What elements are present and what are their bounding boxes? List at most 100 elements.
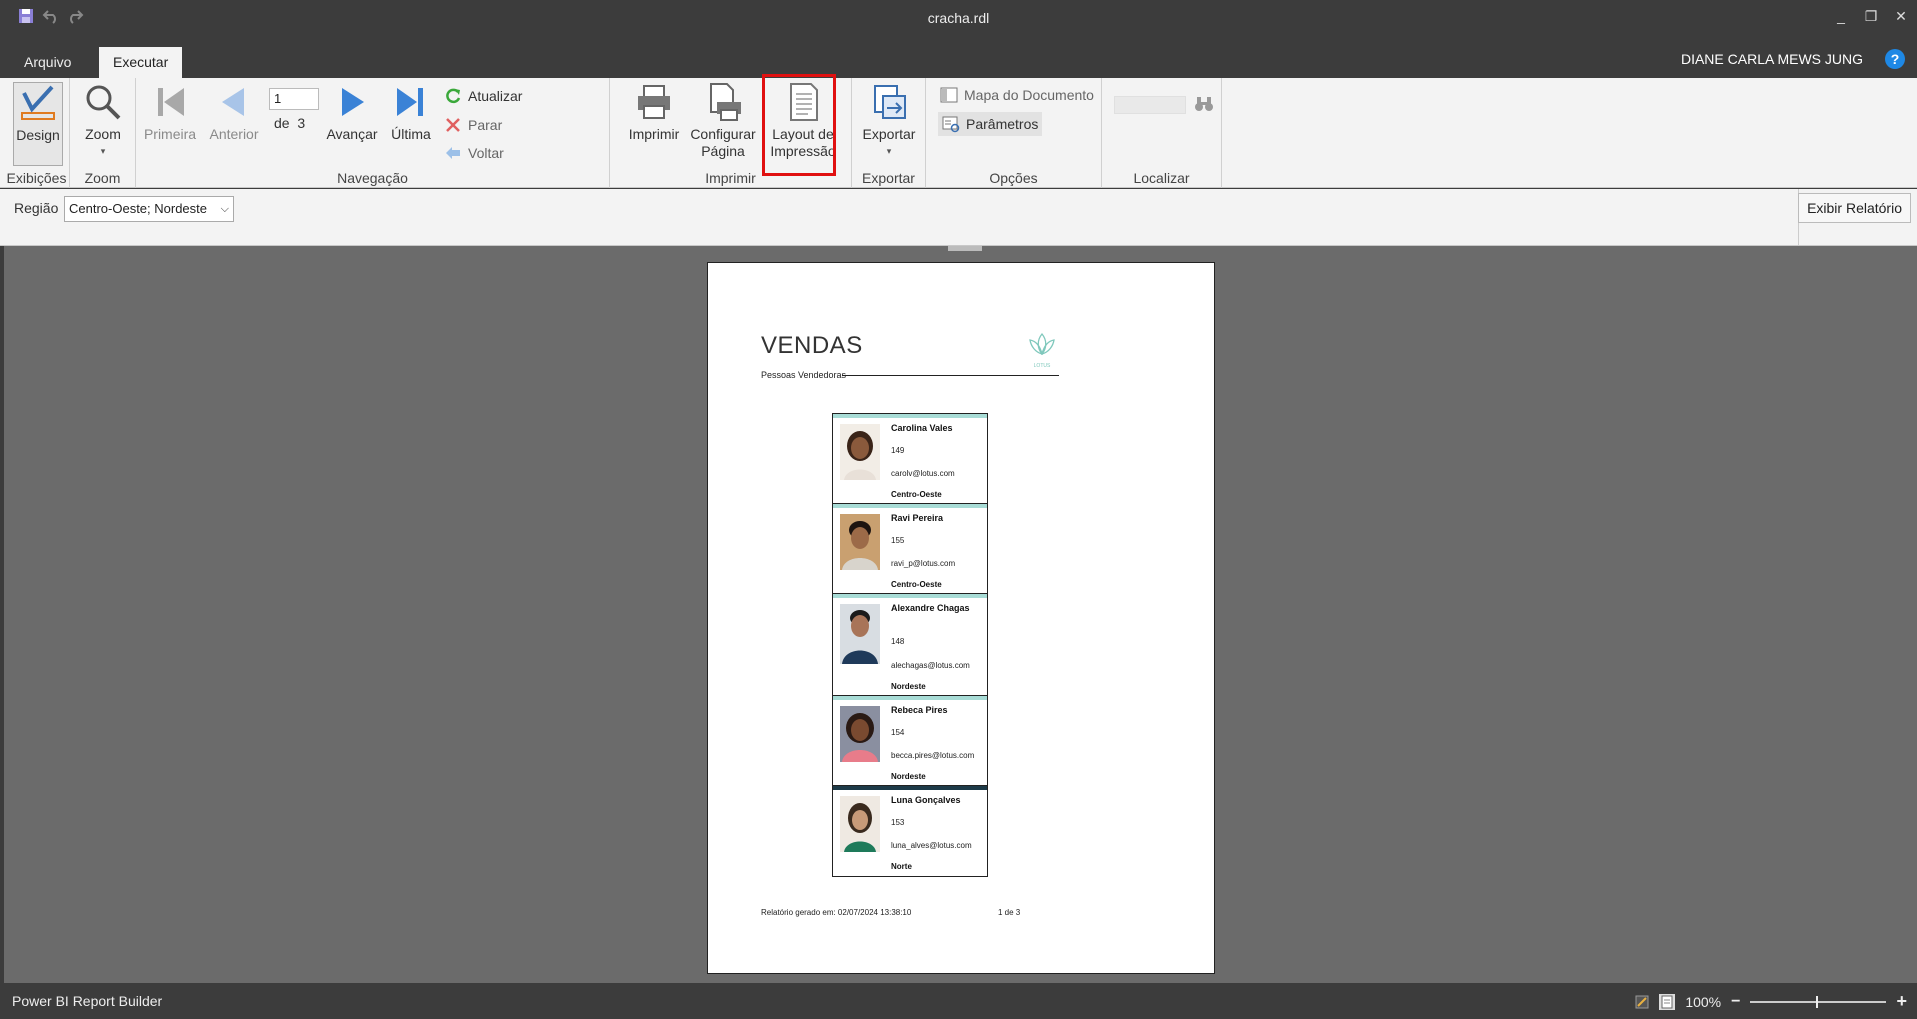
- last-page-button[interactable]: Última: [386, 82, 436, 143]
- group-imprimir: Imprimir Configurar Página Layout de Imp…: [610, 74, 852, 188]
- badge-list: Carolina Vales 149 carolv@lotus.com Cent…: [832, 413, 988, 877]
- badge-item: Rebeca Pires 154 becca.pires@lotus.com N…: [833, 696, 987, 786]
- zoom-slider-thumb[interactable]: [1816, 995, 1819, 1008]
- first-page-button[interactable]: Primeira: [142, 82, 198, 143]
- person-photo: [840, 604, 880, 664]
- title-bar: cracha.rdl _ ❐ ✕: [0, 0, 1917, 38]
- last-page-label: Última: [391, 126, 431, 142]
- print-button[interactable]: Imprimir: [624, 82, 684, 143]
- badge-name: Luna Gonçalves: [891, 795, 961, 805]
- group-exibicoes: Design Exibições: [4, 78, 70, 188]
- group-label-opcoes: Opções: [989, 170, 1038, 186]
- badge-accent-bar: [833, 414, 987, 418]
- person-photo: [840, 796, 880, 852]
- badge-name: Ravi Pereira: [891, 513, 944, 523]
- badge-accent-bar: [833, 504, 987, 508]
- group-label-exportar: Exportar: [862, 170, 915, 186]
- person-photo: [840, 706, 880, 762]
- page-setup-label-1: Configurar: [690, 126, 756, 142]
- badge-item: Alexandre Chagas 148 alechagas@lotus.com…: [833, 594, 987, 696]
- report-page-indicator: 1 de 3: [998, 908, 1021, 917]
- stop-label: Parar: [468, 117, 503, 133]
- group-navegacao: Primeira Anterior 1 de 3 Avançar Última: [136, 78, 610, 188]
- previous-page-button[interactable]: Anterior: [206, 82, 262, 143]
- badge-id: 153: [891, 818, 905, 827]
- badge-item: Carolina Vales 149 carolv@lotus.com Cent…: [833, 414, 987, 504]
- close-icon[interactable]: ✕: [1893, 8, 1909, 24]
- region-select[interactable]: Centro-Oeste; Nordeste ⌵: [64, 196, 234, 222]
- group-opcoes: Mapa do Documento Parâmetros Opções: [926, 78, 1102, 188]
- printer-icon: [638, 85, 670, 119]
- help-icon[interactable]: ?: [1885, 49, 1905, 69]
- parameter-bar: Região Centro-Oeste; Nordeste ⌵ Exibir R…: [0, 189, 1917, 246]
- app-name: Power BI Report Builder: [12, 993, 163, 1009]
- window-title: cracha.rdl: [927, 10, 990, 26]
- badge-name: Rebeca Pires: [891, 705, 948, 715]
- next-page-button[interactable]: Avançar: [324, 82, 380, 143]
- report-viewer[interactable]: VENDAS Pessoas Vendedoras LOTUS Carolina…: [4, 246, 1917, 983]
- badge-accent-bar: [833, 594, 987, 598]
- stop-button[interactable]: Parar: [444, 114, 502, 136]
- document-map-icon: [940, 87, 958, 103]
- back-label: Voltar: [468, 145, 504, 161]
- badge-id: 148: [891, 637, 905, 646]
- design-button[interactable]: Design: [13, 82, 63, 166]
- group-label-zoom: Zoom: [84, 170, 121, 186]
- tab-executar[interactable]: Executar: [99, 47, 183, 78]
- refresh-button[interactable]: Atualizar: [444, 85, 522, 107]
- badge-id: 149: [891, 446, 905, 455]
- document-map-button[interactable]: Mapa do Documento: [940, 84, 1094, 106]
- zoom-button[interactable]: Zoom ▾: [80, 82, 126, 160]
- badge-region: Nordeste: [891, 772, 926, 781]
- badge-name: Alexandre Chagas: [891, 603, 970, 613]
- page-number-input[interactable]: 1: [269, 88, 319, 110]
- zoom-out-icon[interactable]: −: [1731, 993, 1740, 1011]
- badge-item: Ravi Pereira 155 ravi_p@lotus.com Centro…: [833, 504, 987, 594]
- badge-email: becca.pires@lotus.com: [891, 751, 975, 760]
- stop-icon: [446, 118, 460, 132]
- find-input[interactable]: [1114, 96, 1186, 114]
- person-photo: [840, 514, 880, 570]
- parameters-button[interactable]: Parâmetros: [938, 112, 1043, 136]
- export-icon: [874, 85, 906, 119]
- page-count: de 3: [274, 115, 305, 131]
- page-setup-icon: [710, 83, 741, 121]
- badge-region: Centro-Oeste: [891, 490, 942, 499]
- ribbon-tabs: Arquivo Executar DIANE CARLA MEWS JUNG ?: [0, 38, 1917, 78]
- page-setup-button[interactable]: Configurar Página: [690, 82, 756, 160]
- ribbon: Design Exibições Zoom ▾ Zoom Primeira An: [0, 74, 1917, 188]
- previous-page-icon: [222, 88, 244, 116]
- normal-view-icon[interactable]: [1635, 995, 1649, 1009]
- magnifier-icon: [86, 85, 121, 120]
- minimize-icon[interactable]: _: [1833, 8, 1849, 24]
- design-icon: [21, 85, 55, 120]
- back-button[interactable]: Voltar: [444, 142, 504, 164]
- splitter-handle[interactable]: [948, 246, 982, 251]
- restore-icon[interactable]: ❐: [1863, 8, 1879, 24]
- zoom-slider[interactable]: [1750, 995, 1887, 1008]
- badge-region: Norte: [891, 862, 912, 871]
- export-button[interactable]: Exportar ▾: [860, 82, 918, 160]
- next-page-icon: [342, 88, 364, 116]
- zoom-control: 100% − +: [1635, 991, 1907, 1012]
- first-page-icon: [158, 88, 184, 116]
- group-zoom: Zoom ▾ Zoom: [70, 78, 136, 188]
- document-map-label: Mapa do Documento: [964, 87, 1094, 103]
- badge-id: 155: [891, 536, 905, 545]
- report-footer: Relatório gerado em: 02/07/2024 13:38:10: [761, 908, 912, 917]
- tab-arquivo[interactable]: Arquivo: [10, 47, 85, 78]
- print-layout-view-icon[interactable]: [1659, 993, 1676, 1010]
- back-arrow-icon: [446, 147, 460, 159]
- status-bar: Power BI Report Builder 100% − +: [0, 983, 1917, 1019]
- chevron-down-icon: ▾: [100, 146, 106, 156]
- group-label-navegacao: Navegação: [337, 170, 408, 186]
- page-setup-label-2: Página: [701, 143, 745, 159]
- lotus-logo: LOTUS: [1025, 330, 1059, 369]
- report-title: VENDAS: [761, 332, 863, 359]
- parameters-label: Parâmetros: [966, 116, 1039, 132]
- zoom-in-icon[interactable]: +: [1896, 991, 1907, 1012]
- badge-email: ravi_p@lotus.com: [891, 559, 956, 568]
- region-select-value: Centro-Oeste; Nordeste: [69, 201, 208, 216]
- binoculars-icon[interactable]: [1194, 94, 1214, 114]
- view-report-button[interactable]: Exibir Relatório: [1798, 193, 1911, 223]
